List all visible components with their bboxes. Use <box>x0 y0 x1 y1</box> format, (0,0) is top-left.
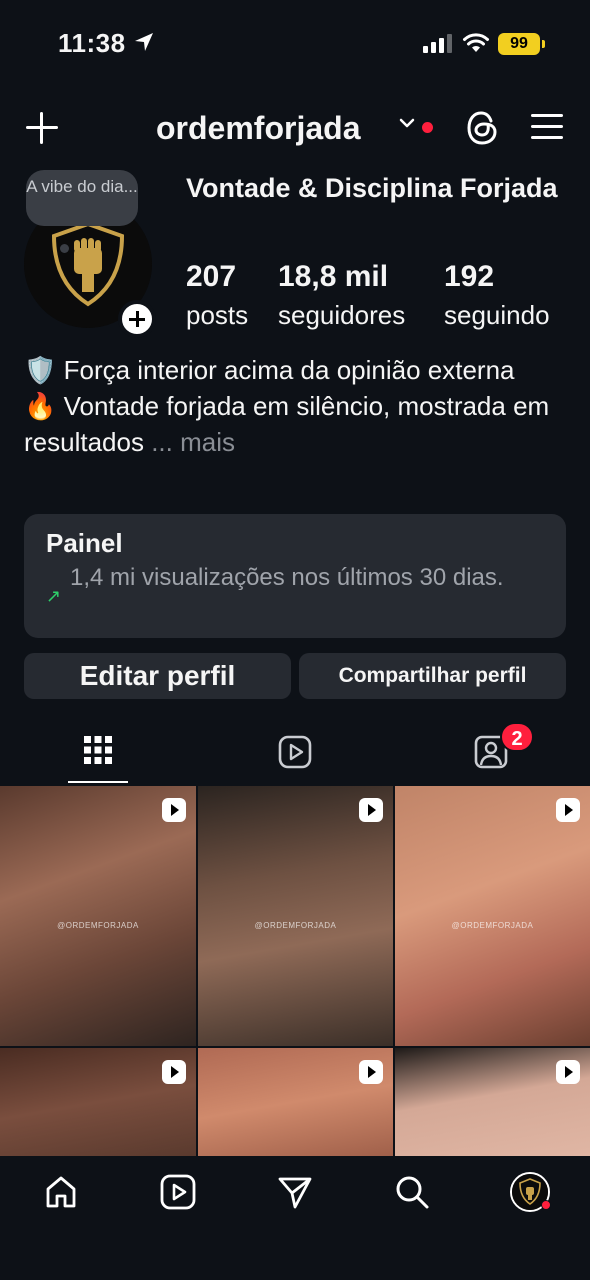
following-label: seguindo <box>444 300 550 330</box>
grid-post[interactable]: @ORDEMFORJADA <box>0 786 196 1046</box>
posts-grid: @ORDEMFORJADA @ORDEMFORJADA @ORDEMFORJAD… <box>0 786 590 1156</box>
reel-indicator-icon <box>556 1060 580 1084</box>
wifi-icon <box>463 33 489 52</box>
status-time: 11:38 <box>58 28 126 58</box>
watermark: @ORDEMFORJADA <box>57 921 139 930</box>
posts-label: posts <box>186 300 249 330</box>
followers-label: seguidores <box>278 300 406 330</box>
panel-subtitle: 1,4 mi visualizações nos últimos 30 dias… <box>70 564 504 591</box>
followers-stat[interactable]: 18,8 mil seguidores <box>278 258 405 334</box>
profile-note[interactable]: A vibe do dia... <box>26 170 138 226</box>
threads-icon[interactable] <box>464 108 500 148</box>
reel-indicator-icon <box>162 798 186 822</box>
reel-indicator-icon <box>359 798 383 822</box>
bio-line: 🔥 Vontade forjada em silêncio, mostrada … <box>24 391 550 457</box>
grid-post[interactable] <box>198 1048 393 1156</box>
note-bubble-tail <box>60 244 69 253</box>
create-post-button[interactable] <box>26 112 58 144</box>
display-name: Vontade & Disciplina Forjada <box>186 173 558 203</box>
trend-up-arrow-icon: ↗ <box>46 586 62 606</box>
chevron-down-icon[interactable] <box>399 117 415 129</box>
add-story-button[interactable] <box>118 300 156 338</box>
bio-line-with-more: 🔥 Vontade forjada em silêncio, mostrada … <box>24 388 574 460</box>
active-tab-indicator <box>68 781 128 783</box>
reel-indicator-icon <box>556 798 580 822</box>
grid-icon[interactable] <box>84 736 112 764</box>
bio-more-link[interactable]: ... mais <box>151 427 235 457</box>
bio-line: 🛡️ Força interior acima da opinião exter… <box>24 355 515 385</box>
status-bar: 11:38 99 <box>0 0 590 90</box>
bottom-navigation <box>0 1156 590 1280</box>
location-arrow-icon <box>135 33 153 51</box>
following-stat[interactable]: 192 seguindo <box>444 258 550 334</box>
profile-header: ordemforjada <box>0 100 590 156</box>
profile-notification-dot <box>541 1200 551 1210</box>
grid-post[interactable]: @ORDEMFORJADA <box>395 786 590 1046</box>
reels-icon[interactable] <box>278 735 312 769</box>
cellular-signal-icon <box>423 34 452 53</box>
panel-title: Painel <box>46 528 123 558</box>
username-switcher[interactable]: ordemforjada <box>156 110 360 147</box>
reels-icon[interactable] <box>160 1174 196 1210</box>
edit-profile-button[interactable]: Editar perfil <box>24 653 291 699</box>
menu-icon[interactable] <box>531 114 563 140</box>
tagged-count-badge: 2 <box>500 722 534 752</box>
search-icon[interactable] <box>394 1174 430 1210</box>
watermark: @ORDEMFORJADA <box>254 921 337 930</box>
home-icon[interactable] <box>43 1174 79 1210</box>
watermark: @ORDEMFORJADA <box>451 921 534 930</box>
reel-indicator-icon <box>162 1060 186 1084</box>
professional-dashboard-card[interactable]: Painel ↗ 1,4 mi visualizações nos último… <box>24 514 566 638</box>
posts-count: 207 <box>186 260 237 293</box>
following-count: 192 <box>444 260 495 293</box>
notification-dot <box>422 122 433 133</box>
reel-indicator-icon <box>359 1060 383 1084</box>
send-icon[interactable] <box>277 1174 313 1210</box>
grid-post[interactable] <box>0 1048 196 1156</box>
grid-post[interactable]: @ORDEMFORJADA <box>198 786 393 1046</box>
profile-bio: 🛡️ Força interior acima da opinião exter… <box>24 352 574 460</box>
grid-post[interactable] <box>395 1048 590 1156</box>
followers-count: 18,8 mil <box>278 260 389 293</box>
battery-indicator: 99 <box>498 33 545 55</box>
share-profile-button[interactable]: Compartilhar perfil <box>299 653 566 699</box>
posts-stat[interactable]: 207 posts <box>186 258 248 334</box>
